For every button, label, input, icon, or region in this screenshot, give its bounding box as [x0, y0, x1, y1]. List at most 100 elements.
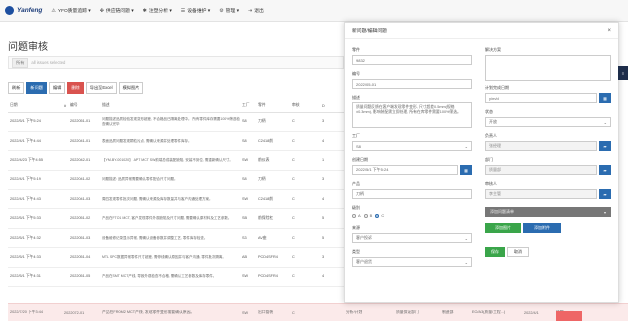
cell-no: 2022042-01 — [68, 150, 100, 171]
cell-d: 3 — [320, 112, 344, 132]
date-label: 创建日期 — [352, 157, 368, 162]
cell-audit: C — [290, 112, 320, 132]
cell-audit: C — [290, 208, 320, 229]
cell-desc: 问题描述品质检验发现变形超差, 不合格品已隔离处理中。 所有零件库存需要100%… — [100, 112, 240, 132]
side-panel-toggle[interactable]: ≡ — [618, 66, 628, 80]
radio-b[interactable] — [363, 213, 368, 218]
date-field[interactable]: 2022/5/1 下午5:24 — [352, 165, 458, 175]
refresh-button[interactable]: 刷新 — [8, 82, 25, 94]
reviewer-field[interactable]: 李主管 — [485, 189, 597, 199]
table-row[interactable]: 2022/5/1 下午4:33 2022051-04 MTL SPC数据异常零件尺寸… — [8, 247, 344, 268]
plan-textarea[interactable] — [485, 55, 611, 81]
nav-label: YFO质量追踪 ▾ — [57, 9, 91, 14]
due-date-field[interactable]: y/m/d — [485, 93, 597, 103]
cell-part: C2418前 — [256, 131, 290, 152]
product-field[interactable]: 刀柄 — [352, 189, 472, 199]
table-row[interactable]: 2022/4/1 下午4:43 2022041-03 周四发现零件批次问题, 需确认… — [8, 189, 344, 210]
dialog-title: 新问题/编辑问题 — [352, 29, 387, 34]
col-header-plant[interactable]: 工厂 — [240, 100, 256, 113]
cell-date: 2022/5/1 下午5:33 — [8, 208, 62, 229]
filter-chip[interactable]: 所有 — [12, 57, 29, 68]
cell-date2: 2022/4/1 — [524, 310, 539, 315]
image-button[interactable]: 模拟图片 — [118, 82, 144, 94]
status-select[interactable]: 开放 ⌄ — [485, 117, 611, 127]
cell-d: 5 — [320, 228, 344, 249]
table-row[interactable]: 2022/4/1 下午4:44 2022041-01 表面品质问题发现颗粒污点, 需… — [8, 131, 344, 152]
edit-button[interactable]: 编辑 — [48, 82, 66, 94]
nav-logout[interactable]: ⇥ 退出 — [248, 7, 264, 15]
nav-label: 注塑分析 ▾ — [148, 9, 172, 14]
nav-quality[interactable]: ⚠ YFO质量追踪 ▾ — [51, 7, 91, 15]
table-row[interactable]: 2022/5/1 下午4:32 2022051-03 设备维修记录显示异常, 需确认… — [8, 228, 344, 249]
user-pick-icon[interactable]: ➦ — [599, 189, 611, 199]
dept-field[interactable]: 质量部 — [485, 165, 597, 175]
logo-text: Yanfeng — [17, 7, 43, 14]
type-select[interactable]: 客户退货 ⌄ — [352, 257, 472, 267]
user-pick-icon[interactable]: ➦ — [599, 165, 611, 175]
filter-input[interactable]: 所有 all issues selected — [8, 56, 344, 69]
cell-desc: 产品在FR0M2 MCT产线, 发现零件变形需要确认原因。 — [102, 310, 195, 314]
calendar-icon[interactable]: ▦ — [599, 93, 611, 103]
add-file-button[interactable]: 添加附件 — [523, 223, 561, 233]
cell-d: 3 — [320, 170, 344, 191]
cell-desc: 周四发现零件批次问题, 需确认来源及库存数量并与客户沟通处理方案。 — [100, 189, 240, 210]
new-issue-button[interactable]: 新问题 — [26, 82, 47, 94]
radio-c[interactable] — [375, 213, 380, 218]
nav-injection[interactable]: ✱ 注塑分析 ▾ — [142, 7, 172, 15]
user-pick-icon[interactable]: ➦ — [599, 141, 611, 151]
plant-value: S8 — [356, 143, 361, 149]
cell-audit: C — [292, 310, 295, 315]
type-label: 类型 — [352, 249, 360, 254]
col-header-desc[interactable]: 描述 — [100, 100, 240, 113]
cell-audit: C — [290, 267, 320, 288]
part-field[interactable]: 9832 — [352, 55, 472, 65]
plant-select[interactable]: S8 ⌄ — [352, 141, 472, 151]
desc-textarea[interactable]: 质量问题反馈在客户端发现零件变形, 尺寸超差0.5mm(规格±0.3mm), 影… — [352, 102, 472, 128]
cell-audit: C — [290, 131, 320, 152]
plan-label: 解决方案 — [485, 47, 501, 52]
calendar-icon[interactable]: ▦ — [460, 165, 472, 175]
cell-desc: 设备维修记录显示异常, 需确认设备参数并调整工艺, 零件库存检查。 — [100, 228, 240, 249]
nav-maintenance[interactable]: ☰ 设备维护 ▾ — [181, 7, 210, 15]
cancel-button[interactable]: 取消 — [507, 247, 529, 257]
owner-field[interactable]: 张经理 — [485, 141, 597, 151]
table-row[interactable]: 2022/4/1 下午5:19 2022041-02 问题描述: 品质异常需要确认零… — [8, 170, 344, 191]
table-row[interactable]: 2022/5/1 下午5:24 2022051-01 问题描述品质检验发现变形超差,… — [8, 112, 344, 132]
add-photo-button[interactable]: 添加图片 — [485, 223, 521, 233]
cell-date: 2022/4/1 下午5:19 — [8, 170, 62, 191]
cell-part: C2418前 — [256, 189, 290, 210]
cell-no: 2022051-05 — [68, 267, 100, 288]
issue-list-bar[interactable]: 添加问题清单 ▾ — [485, 207, 611, 217]
cell-plant: S8 — [240, 170, 256, 191]
save-button[interactable]: 保存 — [485, 247, 505, 257]
source-value: 客户投诉 — [356, 235, 372, 240]
close-icon[interactable]: × — [607, 28, 611, 34]
table-row[interactable]: 2022/4/23 下午4:55 2022042-01 【YM-BY-001020】… — [8, 150, 344, 171]
delete-button[interactable]: 删除 — [67, 82, 84, 94]
cell-date: 2022/5/1 下午4:32 — [8, 228, 62, 249]
col-header-d[interactable]: D — [320, 100, 344, 113]
nav-supply[interactable]: ✤ 供应链问题 ▾ — [100, 7, 134, 15]
cell-d: 4 — [320, 267, 344, 288]
chart-icon: ✱ — [142, 7, 147, 14]
no-field[interactable]: 2022/05-01 — [352, 79, 472, 89]
chevron-down-icon: ⌄ — [464, 235, 468, 241]
cell-part: 出口管装 — [258, 310, 274, 314]
table-row[interactable]: 2022/5/1 下午4:31 2022051-05 产品在SMT MCT产线, 导… — [8, 267, 344, 288]
cell-audit: C — [290, 150, 320, 171]
logo[interactable]: Yanfeng — [5, 6, 42, 15]
col-header-no[interactable]: 编号 — [68, 100, 100, 113]
export-excel-button[interactable]: 导出至Excel — [85, 82, 117, 94]
col-header-audit[interactable]: 审核 — [290, 100, 320, 113]
table-row[interactable]: 2022/5/1 下午5:33 2022051-02 产品在FTO1 MCT, 客户… — [8, 208, 344, 229]
cell-date: 2022/5/1 下午4:33 — [8, 247, 62, 268]
nav-admin[interactable]: ⚙ 管理 ▾ — [219, 7, 239, 15]
table-row-selected[interactable]: 2022/7/20 下午3:44 2022072-01 产品在FR0M2 MCT… — [8, 303, 628, 321]
owner-label: 负责人 — [485, 133, 497, 138]
col-header-part[interactable]: 零件 — [256, 100, 290, 113]
col-header-date[interactable]: 日期 — [8, 100, 62, 113]
radio-a[interactable] — [352, 213, 356, 218]
source-select[interactable]: 客户投诉 ⌄ — [352, 233, 472, 243]
cell-plant: SB — [240, 208, 256, 229]
plant-label: 工厂 — [352, 133, 360, 138]
